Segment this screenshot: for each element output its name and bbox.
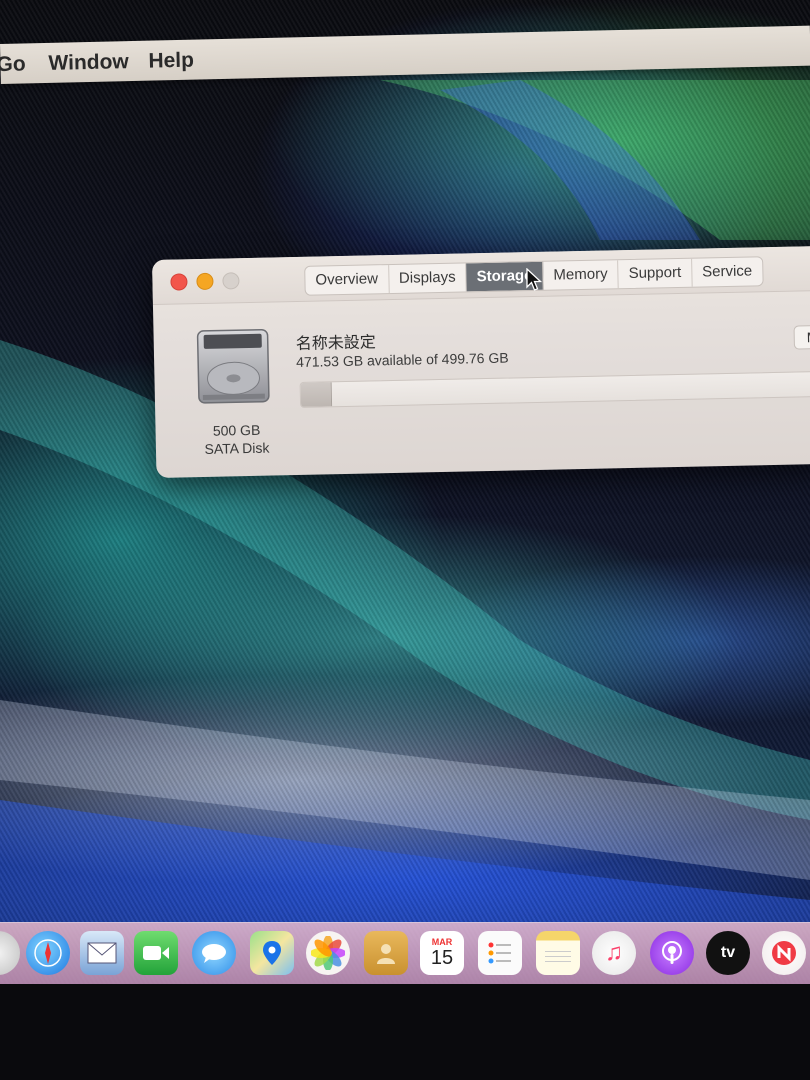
facetime-icon[interactable] <box>134 931 178 975</box>
storage-pane: 500 GB SATA Disk 名称未設定 471.53 GB availab… <box>153 291 810 478</box>
apple-tv-icon[interactable]: tv <box>706 931 750 975</box>
menu-go[interactable]: Go <box>0 52 26 77</box>
disk-capacity: 500 GB <box>212 421 261 439</box>
storage-availability: 471.53 GB available of 499.76 GB <box>296 349 509 371</box>
news-icon[interactable] <box>762 931 806 975</box>
tab-memory[interactable]: Memory <box>543 260 619 290</box>
reminders-icon[interactable] <box>478 931 522 975</box>
messages-icon[interactable] <box>192 931 236 975</box>
screen-bezel <box>0 984 810 1080</box>
desktop-wallpaper <box>0 0 810 1080</box>
podcasts-icon[interactable] <box>650 931 694 975</box>
tab-service[interactable]: Service <box>692 257 763 286</box>
mouse-cursor-icon <box>526 268 542 291</box>
zoom-window-button[interactable] <box>222 272 240 290</box>
launchpad-icon[interactable] <box>0 931 20 975</box>
mail-icon[interactable] <box>80 931 124 975</box>
dock: MAR 15 ♫ tv <box>0 922 810 985</box>
disk-size-label: 500 GB SATA Disk <box>195 420 278 458</box>
minimize-window-button[interactable] <box>196 272 214 291</box>
safari-icon[interactable] <box>26 931 70 975</box>
apple-tv-label: tv <box>720 944 736 961</box>
contacts-icon[interactable] <box>364 931 408 975</box>
calendar-month: MAR <box>431 937 453 947</box>
hard-disk-icon <box>196 328 270 404</box>
close-window-button[interactable] <box>170 273 188 291</box>
menu-window[interactable]: Window <box>48 50 129 76</box>
calendar-day: 15 <box>430 947 454 969</box>
music-icon[interactable]: ♫ <box>592 931 636 975</box>
storage-usage-bar[interactable] <box>299 370 810 408</box>
tab-support[interactable]: Support <box>618 258 693 289</box>
menu-help[interactable]: Help <box>148 49 194 74</box>
volume-name: 名称未設定 <box>295 334 376 354</box>
notes-icon[interactable] <box>536 931 580 975</box>
tab-overview[interactable]: Overview <box>305 265 390 295</box>
calendar-icon[interactable]: MAR 15 <box>420 931 464 975</box>
manage-button[interactable]: M <box>793 324 810 350</box>
about-this-mac-window: Overview Displays Storage Memory Support… <box>152 245 810 478</box>
wallpaper-waves <box>0 80 810 922</box>
disk-type: SATA Disk <box>204 439 270 457</box>
maps-icon[interactable] <box>250 931 294 975</box>
photos-icon[interactable] <box>306 931 350 975</box>
storage-used-segment <box>300 382 333 407</box>
tab-displays[interactable]: Displays <box>388 263 467 294</box>
